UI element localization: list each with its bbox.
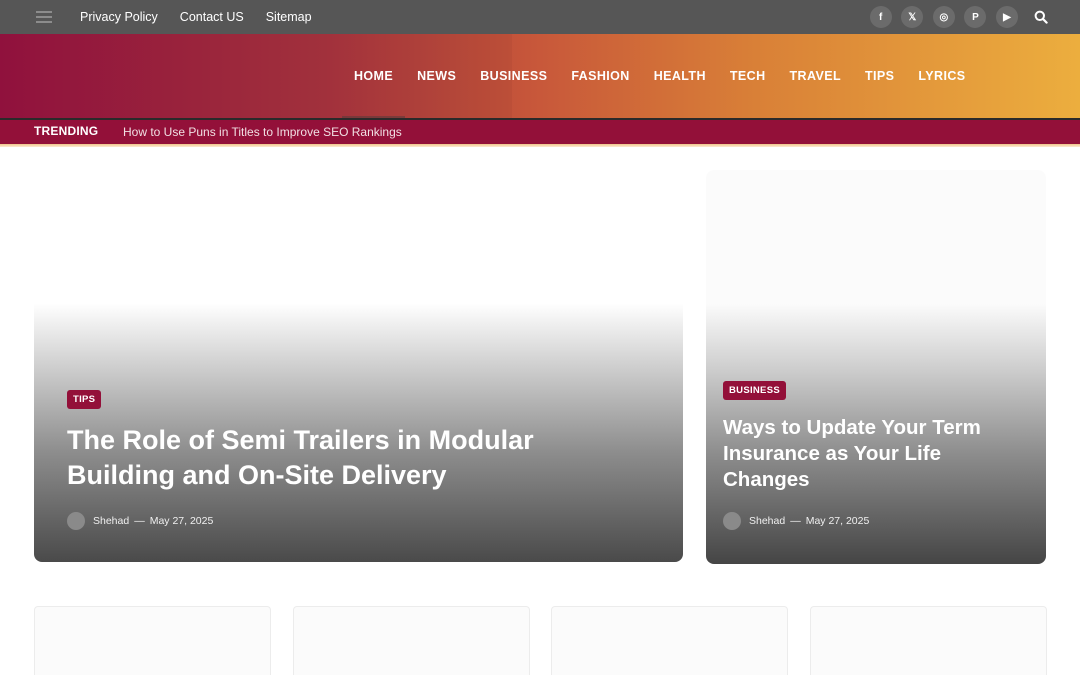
nav-lyrics[interactable]: LYRICS — [906, 34, 977, 118]
trending-bar: TRENDING How to Use Puns in Titles to Im… — [0, 118, 1080, 144]
social-links: f 𝕏 ◎ P ▶ — [860, 6, 1018, 28]
facebook-icon[interactable]: f — [869, 6, 892, 28]
nav-news[interactable]: NEWS — [405, 34, 468, 118]
author-name[interactable]: Shehad — [93, 515, 129, 527]
search-icon[interactable] — [1034, 10, 1048, 24]
post-title[interactable]: The Role of Semi Trailers in Modular Bui… — [67, 423, 587, 493]
post-card[interactable] — [34, 606, 271, 675]
trending-label: TRENDING — [34, 124, 99, 138]
post-title[interactable]: Ways to Update Your Term Insurance as Yo… — [723, 415, 1023, 493]
avatar — [723, 512, 741, 530]
main-header: HOME NEWS BUSINESS FASHION HEALTH TECH T… — [0, 34, 1080, 118]
pinterest-icon[interactable]: P — [964, 6, 987, 28]
nav-travel[interactable]: TRAVEL — [778, 34, 853, 118]
post-meta: Shehad — May 27, 2025 — [67, 512, 213, 530]
category-badge[interactable]: BUSINESS — [723, 381, 786, 400]
instagram-icon[interactable]: ◎ — [932, 6, 955, 28]
post-date: May 27, 2025 — [805, 515, 870, 527]
author-name[interactable]: Shehad — [749, 515, 785, 527]
category-badge[interactable]: TIPS — [67, 390, 102, 409]
post-date: May 27, 2025 — [149, 515, 214, 527]
meta-separator: — — [790, 515, 801, 527]
nav-business[interactable]: BUSINESS — [468, 34, 559, 118]
top-bar: Privacy Policy Contact US Sitemap f 𝕏 ◎ … — [0, 0, 1080, 34]
top-links: Privacy Policy Contact US Sitemap — [80, 0, 334, 34]
nav-health[interactable]: HEALTH — [642, 34, 718, 118]
nav-fashion[interactable]: FASHION — [559, 34, 641, 118]
avatar — [67, 512, 85, 530]
trending-headline-link[interactable]: How to Use Puns in Titles to Improve SEO… — [123, 125, 402, 139]
x-icon[interactable]: 𝕏 — [901, 6, 924, 28]
nav-tech[interactable]: TECH — [718, 34, 778, 118]
hamburger-icon[interactable] — [36, 11, 52, 23]
post-meta: Shehad — May 27, 2025 — [723, 512, 869, 530]
featured-post-main[interactable]: TIPS The Role of Semi Trailers in Modula… — [34, 170, 683, 562]
featured-post-side[interactable]: BUSINESS Ways to Update Your Term Insura… — [706, 170, 1046, 564]
main-nav: HOME NEWS BUSINESS FASHION HEALTH TECH T… — [342, 34, 977, 118]
post-card[interactable] — [810, 606, 1047, 675]
header-divider — [0, 144, 1080, 147]
nav-tips[interactable]: TIPS — [853, 34, 906, 118]
privacy-policy-link[interactable]: Privacy Policy — [80, 10, 158, 24]
post-card[interactable] — [293, 606, 530, 675]
youtube-icon[interactable]: ▶ — [996, 6, 1018, 28]
nav-home[interactable]: HOME — [342, 34, 406, 118]
contact-us-link[interactable]: Contact US — [180, 10, 244, 24]
sitemap-link[interactable]: Sitemap — [266, 10, 312, 24]
post-card[interactable] — [551, 606, 788, 675]
meta-separator: — — [134, 515, 145, 527]
